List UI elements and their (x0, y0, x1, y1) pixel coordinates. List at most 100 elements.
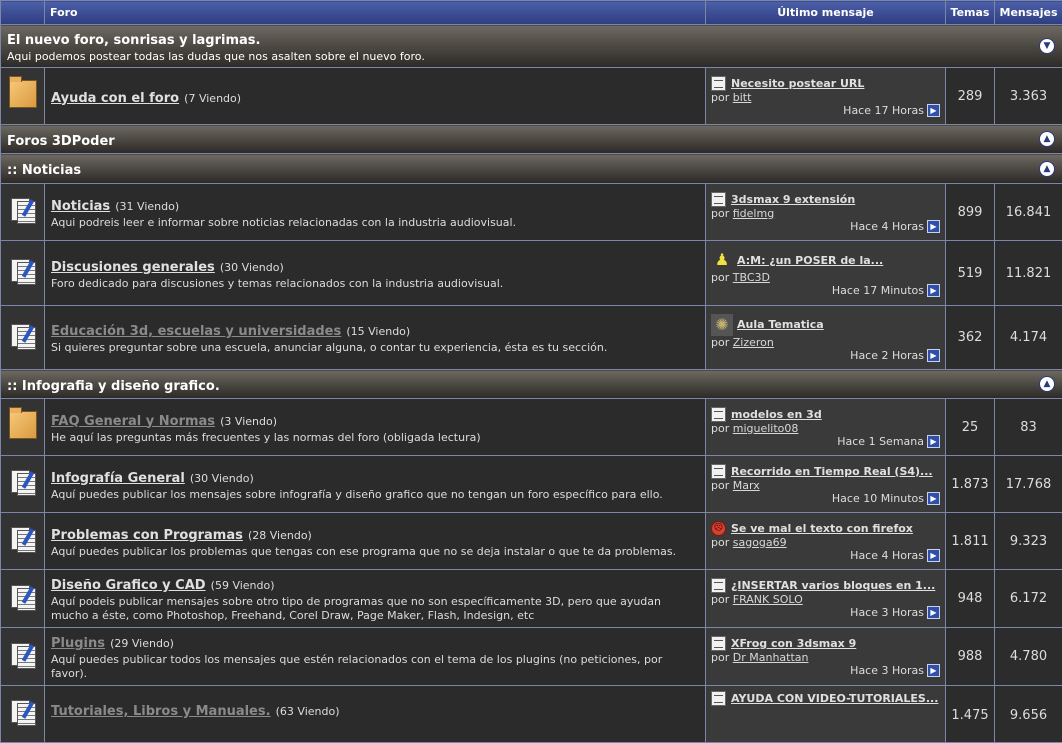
last-post-user[interactable]: TBC3D (733, 271, 770, 284)
topics-count: 519 (946, 241, 995, 306)
last-post-cell: XFrog con 3dsmax 9 por Dr Manhattan Hace… (706, 628, 946, 686)
viewing-count: (59 Viendo) (211, 579, 275, 592)
forum-link[interactable]: Discusiones generales (51, 260, 215, 275)
last-post-cell: ♟A:M: ¿un POSER de la... por TBC3D Hace … (706, 241, 946, 306)
category-noticias: :: Noticias ▲ (1, 154, 1062, 184)
post-icon (711, 192, 726, 207)
last-post-user[interactable]: Zizeron (733, 336, 774, 349)
last-post-user[interactable]: bitt (733, 91, 752, 104)
category-title[interactable]: Foros 3DPoder (7, 134, 115, 149)
posts-count: 4.780 (995, 628, 1062, 686)
docs-icon (10, 699, 36, 725)
last-post-time: Hace 17 Minutos (832, 284, 924, 297)
forum-description: Aquí puedes publicar los problemas que t… (51, 545, 699, 559)
category-foros-3dpoder: Foros 3DPoder ▲ (1, 125, 1062, 154)
angry-smiley-icon: ☹ (711, 521, 726, 536)
docs-icon (10, 584, 36, 610)
last-post-user[interactable]: miguelito08 (733, 422, 799, 435)
forum-description: Foro dedicado para discusiones y temas r… (51, 277, 699, 291)
last-post-user[interactable]: Marx (733, 479, 760, 492)
category-title[interactable]: El nuevo foro, sonrisas y lagrimas. (7, 33, 260, 48)
last-post-time: Hace 17 Horas (843, 104, 924, 117)
post-icon (711, 636, 726, 651)
last-post-title[interactable]: 3dsmax 9 extensión (731, 193, 855, 206)
forum-link[interactable]: Plugins (51, 636, 105, 651)
last-post-cell: ¿INSERTAR varios bloques en 1... por FRA… (706, 570, 946, 628)
last-post-title[interactable]: modelos en 3d (731, 408, 822, 421)
last-post-title[interactable]: XFrog con 3dsmax 9 (731, 637, 856, 650)
forum-row: FAQ General y Normas (3 Viendo) He aquí … (1, 399, 1062, 456)
last-post-time: Hace 4 Horas (850, 220, 924, 233)
go-to-last-post-icon[interactable]: ▶ (927, 549, 940, 562)
topics-count: 1.873 (946, 456, 995, 513)
go-to-last-post-icon[interactable]: ▶ (927, 284, 940, 297)
category-nuevo-foro: El nuevo foro, sonrisas y lagrimas. Aqui… (1, 25, 1062, 68)
expand-icon[interactable]: ▲ (1039, 161, 1055, 177)
forum-description: He aquí las preguntas más frecuentes y l… (51, 431, 699, 445)
go-to-last-post-icon[interactable]: ▶ (927, 220, 940, 233)
forum-description: Aquí puedes publicar los mensajes sobre … (51, 488, 699, 502)
topics-count: 1.811 (946, 513, 995, 570)
forum-link[interactable]: FAQ General y Normas (51, 414, 215, 429)
expand-icon[interactable]: ▲ (1039, 131, 1055, 147)
posts-count: 4.174 (995, 306, 1062, 370)
last-post-time: Hace 1 Semana (837, 435, 924, 448)
forum-link[interactable]: Ayuda con el foro (51, 91, 179, 106)
forum-row: Educación 3d, escuelas y universidades (… (1, 306, 1062, 370)
posts-count: 9.656 (995, 686, 1062, 743)
forum-link[interactable]: Diseño Grafico y CAD (51, 578, 206, 593)
posts-count: 3.363 (995, 68, 1062, 125)
last-post-user[interactable]: FRANK SOLO (733, 593, 803, 606)
category-row: Foros 3DPoder ▲ (1, 125, 1062, 154)
forum-description: Aqui podreis leer e informar sobre notic… (51, 216, 699, 230)
posts-count: 16.841 (995, 184, 1062, 241)
docs-icon (10, 642, 36, 668)
last-post-title[interactable]: Recorrido en Tiempo Real (S4)... (731, 465, 933, 478)
forum-link[interactable]: Noticias (51, 199, 110, 214)
expand-icon[interactable]: ▲ (1039, 376, 1055, 392)
category-title[interactable]: :: Infografia y diseño grafico. (7, 379, 220, 394)
last-post-title[interactable]: A:M: ¿un POSER de la... (737, 254, 883, 267)
last-post-title[interactable]: ¿INSERTAR varios bloques en 1... (731, 579, 935, 592)
post-icon (711, 76, 726, 91)
go-to-last-post-icon[interactable]: ▶ (927, 349, 940, 362)
last-post-title[interactable]: AYUDA CON VIDEO-TUTORIALES... (731, 692, 938, 705)
last-post-cell: 3dsmax 9 extensión por fidelmg Hace 4 Ho… (706, 184, 946, 241)
topics-count: 25 (946, 399, 995, 456)
docs-icon (10, 469, 36, 495)
go-to-last-post-icon[interactable]: ▶ (927, 606, 940, 619)
topics-count: 1.475 (946, 686, 995, 743)
go-to-last-post-icon[interactable]: ▶ (927, 104, 940, 117)
posts-count: 11.821 (995, 241, 1062, 306)
forum-row: Problemas con Programas (28 Viendo) Aquí… (1, 513, 1062, 570)
last-post-user[interactable]: sagoga69 (733, 536, 787, 549)
forum-table: Foro Último mensaje Temas Mensajes El nu… (0, 0, 1062, 743)
forum-row: Infografía General (30 Viendo) Aquí pued… (1, 456, 1062, 513)
forum-link[interactable]: Infografía General (51, 471, 185, 486)
last-post-title[interactable]: Se ve mal el texto con firefox (731, 522, 913, 535)
docs-icon (10, 197, 36, 223)
last-post-title[interactable]: Necesito postear URL (731, 77, 864, 90)
collapse-icon[interactable]: ▼ (1039, 38, 1055, 54)
go-to-last-post-icon[interactable]: ▶ (927, 435, 940, 448)
forum-link[interactable]: Educación 3d, escuelas y universidades (51, 324, 341, 339)
go-to-last-post-icon[interactable]: ▶ (927, 664, 940, 677)
viewing-count: (3 Viendo) (220, 415, 277, 428)
docs-icon (10, 258, 36, 284)
last-post-user[interactable]: Dr Manhattan (733, 651, 809, 664)
last-post-title[interactable]: Aula Tematica (737, 318, 824, 331)
viewing-count: (7 Viendo) (184, 92, 241, 105)
viewing-count: (30 Viendo) (220, 261, 284, 274)
category-title[interactable]: :: Noticias (7, 163, 81, 178)
post-icon (711, 464, 726, 479)
category-infografia: :: Infografia y diseño grafico. ▲ (1, 370, 1062, 399)
docs-icon (10, 323, 36, 349)
user-avatar-icon: ♟ (711, 249, 733, 271)
forum-link[interactable]: Tutoriales, Libros y Manuales. (51, 704, 271, 719)
posts-count: 9.323 (995, 513, 1062, 570)
header-last-post: Último mensaje (706, 1, 946, 25)
last-post-user[interactable]: fidelmg (733, 207, 774, 220)
go-to-last-post-icon[interactable]: ▶ (927, 492, 940, 505)
forum-description: Si quieres preguntar sobre una escuela, … (51, 341, 699, 355)
forum-link[interactable]: Problemas con Programas (51, 528, 243, 543)
